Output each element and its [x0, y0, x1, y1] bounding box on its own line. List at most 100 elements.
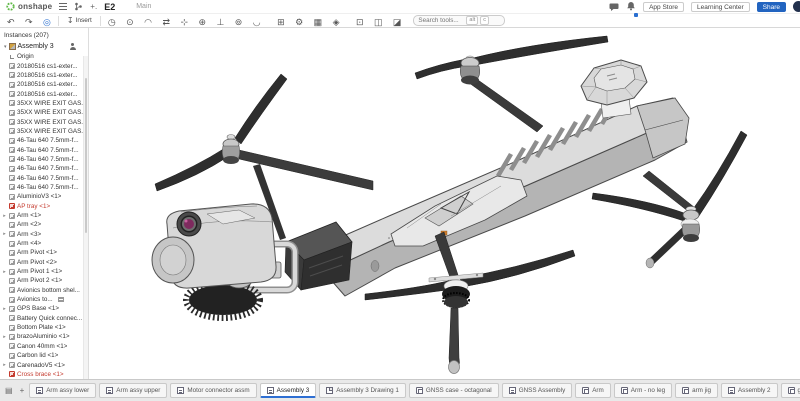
instance-row[interactable]: ▸ 46-Tau 640 7.5mm-f... [0, 145, 88, 154]
instance-row[interactable]: ▸ 35XX WIRE EXIT GAS... [0, 117, 88, 126]
instance-row[interactable]: ▸ brazoAluminio <1> [0, 332, 88, 341]
snapshot-icon[interactable]: ⊡ [353, 17, 367, 27]
insert-button[interactable]: ↧ Insert [63, 16, 96, 25]
tangent-mate-icon[interactable]: ◡ [250, 17, 264, 27]
instance-row[interactable]: ▸ Arm Pivot <2> [0, 258, 88, 267]
instance-row[interactable]: ▸ 46-Tau 640 7.5mm-f... [0, 136, 88, 145]
landing-leg-front[interactable] [449, 308, 460, 374]
learning-center-button[interactable]: Learning Center [691, 2, 750, 12]
document-title[interactable]: E2 [104, 2, 115, 12]
instance-row[interactable]: ▸ Origin [0, 52, 88, 61]
expand-chevron-icon[interactable]: ▸ [2, 306, 7, 312]
pattern-icon[interactable]: ▦ [311, 17, 326, 27]
document-tab[interactable]: Arm - no leg [614, 383, 672, 398]
collapse-caret-icon[interactable]: ▾ [4, 44, 7, 50]
instance-row[interactable]: ▸ Bottom Plate <1> [0, 323, 88, 332]
undo-icon[interactable]: ↶ [4, 17, 18, 27]
user-avatar[interactable] [793, 1, 800, 12]
instance-row[interactable]: ▸ Arm <2> [0, 220, 88, 229]
document-tab[interactable]: Motor connector assm [170, 383, 256, 398]
camera-lens[interactable] [177, 212, 201, 236]
search-tools-input[interactable] [418, 17, 464, 24]
expand-chevron-icon[interactable]: ▸ [2, 213, 7, 219]
instance-row[interactable]: ▸ AluminioV3 <1> [0, 192, 88, 201]
revolute-mate-icon[interactable]: ◠ [141, 17, 155, 27]
instance-row[interactable]: ▸ 35XX WIRE EXIT GAS... [0, 108, 88, 117]
instance-row[interactable]: ▸ Arm Pivot 2 <1> [0, 276, 88, 285]
instance-row[interactable]: ▸ Battery Quick connec... [0, 314, 88, 323]
expand-chevron-icon[interactable]: ▸ [2, 362, 7, 368]
cylindrical-mate-icon[interactable]: ⊕ [195, 17, 209, 27]
instance-row[interactable]: ▸ 35XX WIRE EXIT GAS... [0, 127, 88, 136]
document-tab[interactable]: Arm assy upper [99, 383, 167, 398]
search-tools-box[interactable]: alt c [413, 15, 505, 26]
document-tab[interactable]: Arm assy lower [29, 383, 96, 398]
instance-row[interactable]: ▸ 46-Tau 640 7.5mm-f... [0, 173, 88, 182]
onshape-logo[interactable]: onshape [6, 2, 52, 11]
instance-row[interactable]: ▸ AP tray <1> [0, 202, 88, 211]
document-tab[interactable]: Assembly 3 [260, 383, 317, 398]
expand-chevron-icon[interactable]: ▸ [2, 334, 7, 340]
main-menu-icon[interactable] [59, 3, 67, 10]
3d-viewport[interactable] [89, 28, 800, 379]
document-tab[interactable]: GNSS Assembly [502, 383, 573, 398]
instance-row[interactable]: ▸ GPS Base <1> [0, 304, 88, 313]
document-tab[interactable]: Assembly 2 [721, 383, 778, 398]
instance-row[interactable]: ▸ 46-Tau 640 7.5mm-f... [0, 155, 88, 164]
instance-row[interactable]: ▸ 46-Tau 640 7.5mm-f... [0, 183, 88, 192]
branch-name[interactable]: Main [136, 3, 151, 10]
mate-icon[interactable]: ⊙ [123, 17, 137, 27]
instance-row[interactable]: ▸ 46-Tau 640 7.5mm-f... [0, 164, 88, 173]
scrollbar-thumb[interactable] [85, 78, 87, 233]
instance-row[interactable]: ▸ Carbon lid <1> [0, 351, 88, 360]
pin-slot-mate-icon[interactable]: ⊥ [213, 17, 227, 27]
replicate-icon[interactable]: ◈ [330, 17, 343, 27]
instance-row[interactable]: ▸ 35XX WIRE EXIT GAS... [0, 99, 88, 108]
planar-mate-icon[interactable]: ⊹ [177, 17, 191, 27]
instance-row[interactable]: ▸ Arm <4> [0, 239, 88, 248]
fuselage[interactable] [325, 98, 689, 296]
instance-row[interactable]: ▸ Cross brace <1> [0, 370, 88, 379]
propeller-rear-left[interactable] [415, 36, 608, 85]
tab-manager-icon[interactable]: ▤ [3, 386, 15, 395]
instance-row[interactable]: ▸ Arm Pivot <1> [0, 248, 88, 257]
document-tab[interactable]: Assembly 3 Drawing 1 [319, 383, 406, 398]
instance-row[interactable]: ▸ Canon 40mm <1> [0, 342, 88, 351]
arm-rear-left[interactable] [465, 75, 543, 132]
document-tab[interactable]: arm jig [675, 383, 718, 398]
ball-mate-icon[interactable]: ⊚ [232, 17, 246, 27]
instance-row[interactable]: ▸ 20180516 cs1-exter... [0, 89, 88, 98]
instance-row[interactable]: ▸ 20180516 cs1-exter... [0, 71, 88, 80]
expand-chevron-icon[interactable]: ▸ [2, 269, 7, 275]
instance-row[interactable]: ▸ Arm <1> [0, 211, 88, 220]
instance-row[interactable]: ▸ Arm <3> [0, 230, 88, 239]
drone-model[interactable] [89, 28, 800, 379]
app-store-button[interactable]: App Store [643, 2, 684, 12]
redo-icon[interactable]: ↷ [22, 17, 36, 27]
instance-row[interactable]: ▸ CarenadoV5 <1> [0, 360, 88, 369]
sidebar-scrollbar[interactable] [83, 56, 88, 379]
add-tab-icon[interactable]: + [18, 386, 27, 395]
instance-row[interactable]: ▸ Avionics to... [0, 295, 88, 304]
instance-row[interactable]: ▸ 20180516 cs1-exter... [0, 61, 88, 70]
instance-row[interactable]: ▸ Arm Pivot 1 <1> [0, 267, 88, 276]
share-button[interactable]: Share [757, 2, 786, 12]
document-tab[interactable]: gimbal_basic [781, 383, 800, 398]
group-icon[interactable]: ⊞ [274, 17, 288, 27]
mate-connector-icon[interactable]: ◷ [105, 17, 119, 27]
expand-chevron-icon[interactable]: ▸ [2, 231, 7, 237]
instance-row[interactable]: ▸ Avionics bottom shel... [0, 286, 88, 295]
instance-row[interactable]: ▸ 20180516 cs1-exter... [0, 80, 88, 89]
propeller-front-left[interactable] [155, 74, 287, 191]
create-new-icon[interactable]: +. [90, 2, 97, 12]
document-tab[interactable]: GNSS case - octagonal [409, 383, 499, 398]
sync-icon[interactable]: ◎ [40, 17, 54, 27]
slider-mate-icon[interactable]: ⇄ [159, 17, 173, 27]
notifications-icon[interactable] [626, 0, 636, 16]
document-tab[interactable]: Arm [575, 383, 611, 398]
versions-icon[interactable] [74, 2, 83, 11]
chat-icon[interactable] [609, 2, 619, 12]
assembly-root-row[interactable]: ▾ Assembly 3 [0, 42, 88, 52]
mate-relation-icon[interactable]: ⚙ [292, 17, 306, 27]
section-view-icon[interactable]: ◪ [390, 17, 405, 27]
